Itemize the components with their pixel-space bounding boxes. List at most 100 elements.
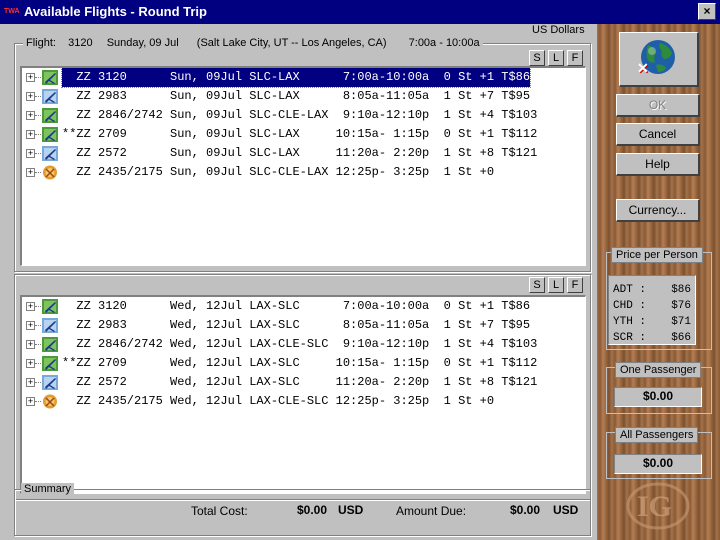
globe-icon: ✕ ✕ (637, 40, 675, 77)
price-row-scr: SCR : $66 (613, 332, 691, 344)
price-row-yth: YTH : $71 (613, 316, 691, 328)
expand-icon[interactable]: + (26, 378, 35, 387)
emblem-icon: IG (626, 482, 690, 530)
return-flight-text: ZZ 2983 Wed, 12Jul LAX-SLC 8:05a-11:05a … (62, 318, 531, 332)
outbound-flight-text: ZZ 3120 Sun, 09Jul SLC-LAX 7:00a-10:00a … (60, 68, 532, 88)
connection-icon (42, 394, 58, 409)
close-button[interactable]: × (698, 3, 716, 20)
currency-button[interactable]: Currency... (616, 199, 700, 222)
expand-icon[interactable]: + (26, 111, 35, 120)
sort-s-button[interactable]: S (529, 50, 545, 66)
expand-icon[interactable]: + (26, 302, 35, 311)
outbound-legend: Flight: 3120 Sunday, 09 Jul (Salt Lake C… (23, 37, 483, 49)
price-row-adt: ADT : $86 (613, 284, 691, 296)
plane-icon (42, 375, 58, 390)
tree-connector (35, 134, 41, 135)
tree-connector (35, 77, 41, 78)
price-per-person-panel: ADT : $86 CHD : $76 YTH : $71 SCR : $66 (608, 275, 696, 345)
amount-due-value: $0.00 (510, 503, 541, 517)
tree-connector (35, 325, 41, 326)
expand-icon[interactable]: + (26, 92, 35, 101)
expand-icon[interactable]: + (26, 149, 35, 158)
one-passenger-label: One Passenger (615, 362, 702, 378)
flight-route: (Salt Lake City, UT -- Los Angeles, CA) (196, 37, 387, 49)
outbound-flight-row[interactable]: + ZZ 2846/2742 Sun, 09Jul SLC-CLE-LAX 9:… (22, 106, 585, 125)
tree-connector (35, 96, 41, 97)
total-cost-currency: USD (338, 503, 364, 517)
help-button[interactable]: Help (616, 153, 700, 176)
outbound-flight-row[interactable]: + ZZ 3120 Sun, 09Jul SLC-LAX 7:00a-10:00… (22, 68, 585, 88)
return-flight-row[interactable]: + ZZ 2435/2175 Wed, 12Jul LAX-CLE-SLC 12… (22, 392, 585, 411)
one-passenger-value: $0.00 (614, 387, 702, 407)
expand-icon[interactable]: + (26, 397, 35, 406)
plane-icon (42, 337, 58, 352)
globe-logo-button[interactable]: ✕ ✕ (619, 32, 699, 87)
outbound-flight-text: ZZ 2983 Sun, 09Jul SLC-LAX 8:05a-11:05a … (62, 89, 531, 103)
tree-connector (35, 401, 41, 402)
outbound-flight-row[interactable]: + ZZ 2983 Sun, 09Jul SLC-LAX 8:05a-11:05… (22, 87, 585, 106)
outbound-flight-row[interactable]: + ZZ 2435/2175 Sun, 09Jul SLC-CLE-LAX 12… (22, 163, 585, 182)
one-passenger-group: One Passenger $0.00 (606, 362, 712, 414)
outbound-flight-list[interactable]: + ZZ 3120 Sun, 09Jul SLC-LAX 7:00a-10:00… (20, 66, 586, 266)
outbound-flight-text: ZZ 2435/2175 Sun, 09Jul SLC-CLE-LAX 12:2… (62, 165, 495, 179)
summary-group: Summary Total Cost: $0.00 USD Amount Due… (14, 483, 591, 536)
expand-icon[interactable]: + (26, 321, 35, 330)
tree-connector (35, 344, 41, 345)
expand-icon[interactable]: + (26, 359, 35, 368)
svg-text:✕: ✕ (637, 60, 649, 76)
return-sort-s-button[interactable]: S (529, 277, 545, 293)
return-sort-l-button[interactable]: L (548, 277, 564, 293)
price-per-person-title: Price per Person (611, 247, 703, 263)
plane-icon (42, 108, 58, 123)
return-flight-text: ZZ 2572 Wed, 12Jul LAX-SLC 11:20a- 2:20p… (62, 375, 538, 389)
total-cost-value: $0.00 (297, 503, 328, 517)
tree-connector (35, 363, 41, 364)
main-panel: US Dollars Flight: 3120 Sunday, 09 Jul (… (0, 24, 597, 540)
return-flight-list[interactable]: + ZZ 3120 Wed, 12Jul LAX-SLC 7:00a-10:00… (20, 295, 586, 494)
all-passengers-value: $0.00 (614, 454, 702, 474)
expand-icon[interactable]: + (26, 130, 35, 139)
return-flight-text: ZZ 3120 Wed, 12Jul LAX-SLC 7:00a-10:00a … (62, 299, 531, 313)
amount-due-label: Amount Due: (396, 504, 467, 518)
flight-number: 3120 (68, 37, 93, 49)
cancel-button[interactable]: Cancel (616, 123, 700, 146)
outbound-flight-row[interactable]: + ZZ 2572 Sun, 09Jul SLC-LAX 11:20a- 2:2… (22, 144, 585, 163)
plane-icon (42, 356, 58, 371)
plane-icon (42, 146, 58, 161)
return-flight-text: ZZ 2846/2742 Wed, 12Jul LAX-CLE-SLC 9:10… (62, 337, 538, 351)
total-cost-label: Total Cost: (191, 504, 248, 518)
return-flight-row[interactable]: + ZZ 2846/2742 Wed, 12Jul LAX-CLE-SLC 9:… (22, 335, 585, 354)
expand-icon[interactable]: + (26, 168, 35, 177)
return-flight-row[interactable]: + **ZZ 2709 Wed, 12Jul LAX-SLC 10:15a- 1:… (22, 354, 585, 373)
sort-f-button[interactable]: F (567, 50, 583, 66)
svg-text:IG: IG (637, 490, 672, 523)
plane-icon (42, 318, 58, 333)
expand-icon[interactable]: + (26, 73, 35, 82)
return-flight-row[interactable]: + ZZ 2572 Wed, 12Jul LAX-SLC 11:20a- 2:2… (22, 373, 585, 392)
return-flight-row[interactable]: + ZZ 3120 Wed, 12Jul LAX-SLC 7:00a-10:00… (22, 297, 585, 316)
flight-prefix: Flight: (26, 37, 56, 49)
tree-connector (35, 153, 41, 154)
outbound-flight-text: **ZZ 2709 Sun, 09Jul SLC-LAX 10:15a- 1:1… (62, 127, 538, 141)
tree-connector (35, 115, 41, 116)
plane-icon (42, 299, 58, 314)
app-icon[interactable]: TWA (3, 5, 20, 19)
plane-icon (42, 89, 58, 104)
sort-l-button[interactable]: L (548, 50, 564, 66)
outbound-flight-text: ZZ 2572 Sun, 09Jul SLC-LAX 11:20a- 2:20p… (62, 146, 538, 160)
tree-connector (35, 306, 41, 307)
expand-icon[interactable]: + (26, 340, 35, 349)
currency-label: US Dollars (532, 24, 585, 36)
all-passengers-group: All Passengers $0.00 (606, 427, 712, 479)
summary-legend: Summary (21, 483, 75, 495)
outbound-flight-row[interactable]: + **ZZ 2709 Sun, 09Jul SLC-LAX 10:15a- 1:… (22, 125, 585, 144)
ok-button[interactable]: OK (616, 94, 700, 117)
connection-icon (42, 165, 58, 180)
plane-icon (42, 127, 58, 142)
return-sort-f-button[interactable]: F (567, 277, 583, 293)
amount-due-currency: USD (553, 503, 579, 517)
title-bar: TWA Available Flights - Round Trip × (0, 0, 720, 24)
return-flight-row[interactable]: + ZZ 2983 Wed, 12Jul LAX-SLC 8:05a-11:05… (22, 316, 585, 335)
flight-time: 7:00a - 10:00a (408, 37, 480, 49)
return-flight-text: ZZ 2435/2175 Wed, 12Jul LAX-CLE-SLC 12:2… (62, 394, 495, 408)
